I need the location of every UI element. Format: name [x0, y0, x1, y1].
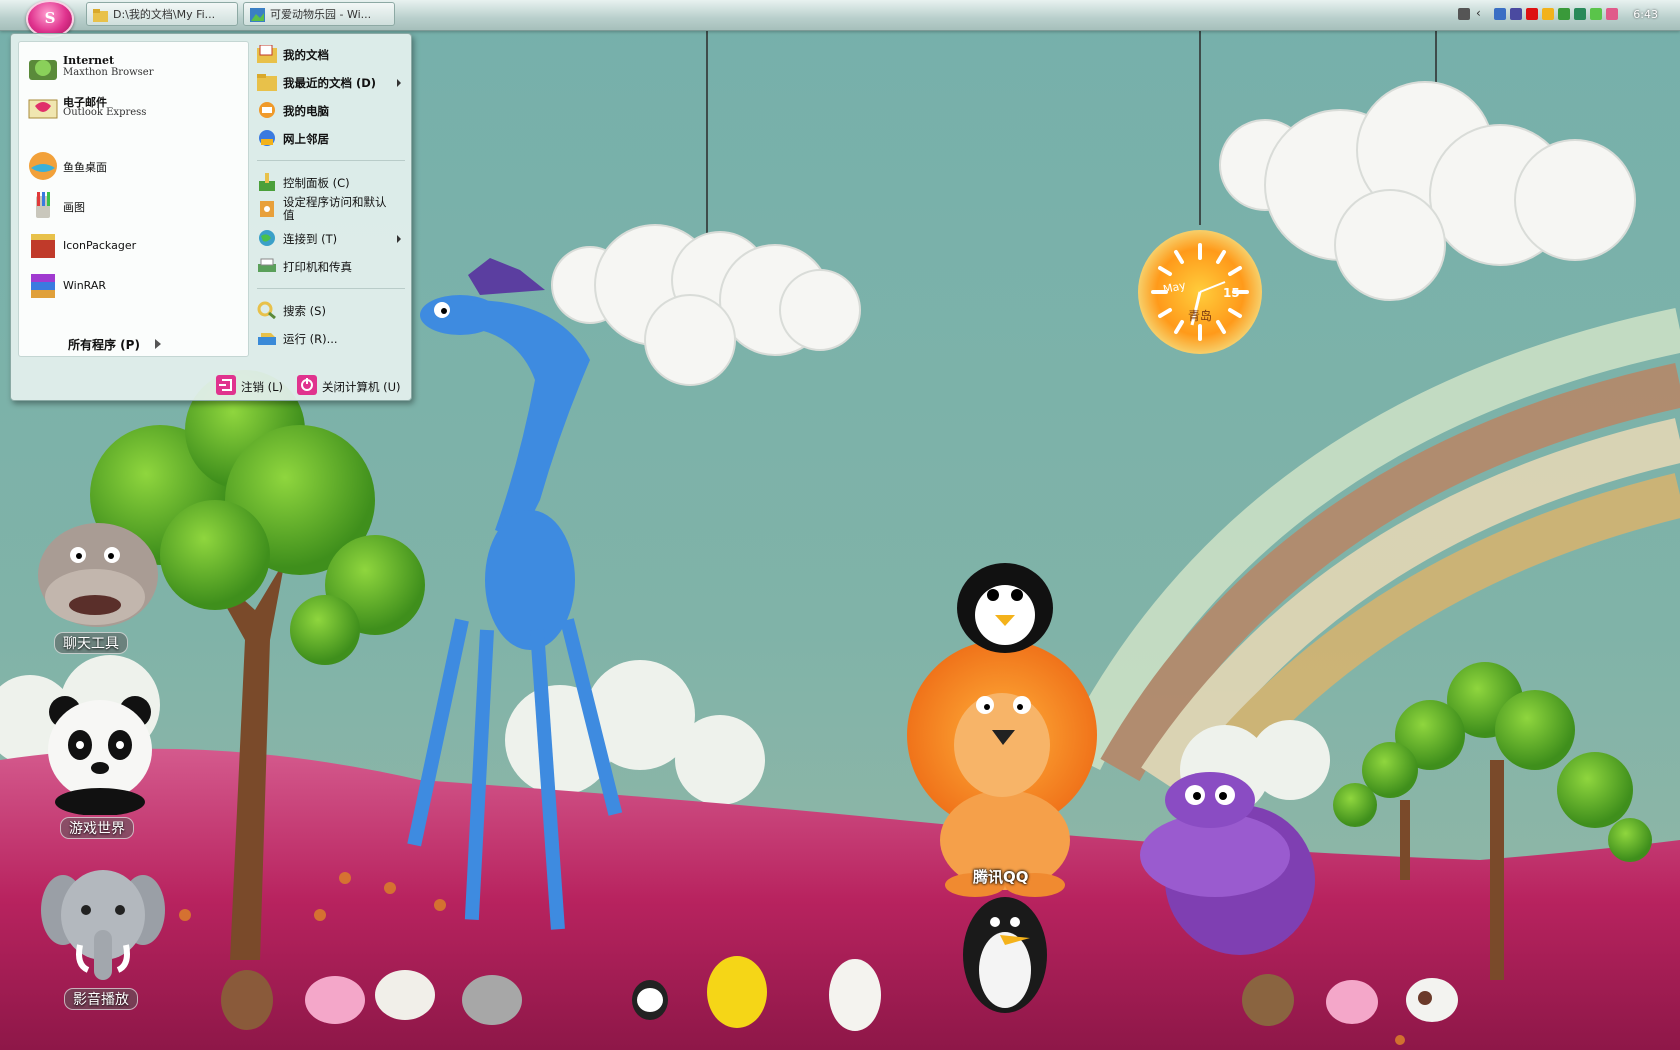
menu-separator [257, 288, 405, 289]
network-icon [257, 129, 277, 147]
games-world-desktop-icon[interactable]: 游戏世界 [40, 690, 170, 840]
start-item-subtitle: Maxthon Browser [63, 67, 154, 78]
start-item-label: 网上邻居 [283, 132, 329, 146]
documents-folder-icon [257, 44, 277, 63]
package-icon [27, 230, 59, 262]
start-item-recent-documents[interactable]: 我最近的文档 (D) [249, 70, 409, 94]
shutdown-button[interactable]: 关闭计算机 (U) [297, 374, 409, 398]
tencent-qq-desktop-icon[interactable]: 腾讯QQ [973, 866, 1029, 887]
logoff-button[interactable]: 注销 (L) [216, 374, 296, 398]
menu-separator [257, 160, 405, 161]
kaspersky-icon[interactable] [1526, 8, 1538, 20]
program-defaults-icon [257, 199, 277, 217]
chevron-right-icon [155, 339, 161, 349]
start-item-paint[interactable]: 画图 [19, 188, 248, 224]
elephant-icon [41, 870, 165, 980]
start-item-printers[interactable]: 打印机和传真 [249, 254, 409, 278]
chat-tools-desktop-icon[interactable]: 聊天工具 [30, 505, 170, 654]
taskbar-item-image-viewer[interactable]: 可爱动物乐园 - Wi... [243, 2, 395, 26]
power-icon [297, 375, 317, 395]
folder-icon [93, 7, 108, 22]
fish-icon [27, 150, 59, 182]
clock-widget-day: 15 [1223, 286, 1240, 300]
start-item-network-places[interactable]: 网上邻居 [249, 126, 409, 150]
start-item-winrar[interactable]: WinRAR [19, 268, 248, 304]
start-item-iconpackager[interactable]: IconPackager [19, 228, 248, 264]
start-menu: Internet Maxthon Browser 电子邮件 Outlook Ex… [10, 33, 412, 401]
globe-icon [257, 229, 277, 247]
clock-widget-city: 青岛 [1188, 309, 1213, 323]
penguin-top [957, 563, 1053, 653]
start-item-subtitle: Outlook Express [63, 107, 147, 118]
chevron-left-icon[interactable]: ‹ [1476, 6, 1488, 20]
start-item-internet[interactable]: Internet Maxthon Browser [19, 50, 248, 86]
chevron-right-icon [397, 235, 401, 243]
desktop-icon-label: 影音播放 [64, 988, 138, 1010]
keyboard-icon[interactable] [1458, 8, 1470, 20]
mail-icon [27, 92, 59, 124]
start-item-email[interactable]: 电子邮件 Outlook Express [19, 90, 248, 126]
start-item-label: 运行 (R)... [283, 332, 338, 346]
start-item-label: 我最近的文档 (D) [283, 76, 377, 90]
control-panel-icon [257, 173, 277, 191]
printer-icon [257, 257, 277, 275]
start-item-control-panel[interactable]: 控制面板 (C) [249, 170, 409, 194]
start-item-my-computer[interactable]: 我的电脑 [249, 98, 409, 122]
clock-widget-graphic [1138, 230, 1262, 354]
start-item-label: 设定程序访问和默认值 [283, 195, 387, 222]
start-item-label: 控制面板 (C) [283, 176, 350, 190]
all-programs-button[interactable]: 所有程序 (P) [68, 336, 140, 353]
start-item-label: IconPackager [63, 239, 137, 252]
start-menu-left-pane: Internet Maxthon Browser 电子邮件 Outlook Ex… [18, 41, 249, 357]
app-tray-icon-3[interactable] [1590, 8, 1602, 20]
start-item-connect-to[interactable]: 连接到 (T) [249, 226, 409, 250]
shutdown-label: 关闭计算机 (U) [322, 380, 401, 394]
taskbar-item-label: D:\我的文档\My Fi... [113, 8, 216, 21]
browser-icon [27, 52, 59, 84]
penguin-bottom [963, 897, 1047, 1013]
logoff-icon [216, 375, 236, 395]
computer-icon [257, 101, 277, 119]
paint-icon [27, 190, 59, 222]
app-tray-icon-1[interactable] [1558, 8, 1570, 20]
start-item-label: 鱼鱼桌面 [63, 161, 107, 174]
start-item-label: 我的电脑 [283, 104, 329, 118]
start-item-search[interactable]: 搜索 (S) [249, 298, 409, 322]
run-icon [257, 329, 277, 347]
desktop-icon-label: 聊天工具 [54, 632, 128, 654]
start-item-label: 画图 [63, 201, 85, 214]
app-tray-icon-2[interactable] [1574, 8, 1586, 20]
desktop-icon-label: 游戏世界 [60, 817, 134, 839]
taskbar-item-explorer[interactable]: D:\我的文档\My Fi... [86, 2, 238, 26]
app-tray-icon-4[interactable] [1606, 8, 1618, 20]
start-item-label: 我的文档 [283, 48, 329, 62]
search-icon [257, 301, 277, 320]
media-player-desktop-icon[interactable]: 影音播放 [38, 860, 178, 1010]
logoff-label: 注销 (L) [241, 380, 284, 394]
start-item-label: WinRAR [63, 279, 107, 292]
start-item-my-documents[interactable]: 我的文档 [249, 42, 409, 66]
qq-tray-icon[interactable] [1542, 8, 1554, 20]
start-item-program-access[interactable]: 设定程序访问和默认值 [249, 196, 409, 226]
panda-icon [48, 696, 152, 816]
picture-icon [250, 7, 265, 22]
taskbar-clock[interactable]: 6:43 [1633, 8, 1658, 21]
system-tray: ‹ 6:43 [1450, 0, 1680, 30]
network-icon[interactable] [1494, 8, 1506, 20]
start-item-run[interactable]: 运行 (R)... [249, 326, 409, 350]
start-item-title: Internet [63, 54, 115, 67]
archive-icon [27, 270, 59, 302]
folder-icon [257, 73, 277, 91]
taskbar-item-label: 可爱动物乐园 - Wi... [270, 8, 372, 21]
start-item-yuyu-desktop[interactable]: 鱼鱼桌面 [19, 148, 248, 184]
taskbar: S D:\我的文档\My Fi... 可爱动物乐园 - Wi... ‹ 6:43 [0, 0, 1680, 38]
start-item-label: 搜索 (S) [283, 304, 326, 318]
start-item-label: 打印机和传真 [283, 260, 352, 274]
chevron-right-icon [397, 79, 401, 87]
start-item-label: 连接到 (T) [283, 232, 338, 246]
volume-icon[interactable] [1510, 8, 1522, 20]
hippo-icon [38, 523, 158, 627]
